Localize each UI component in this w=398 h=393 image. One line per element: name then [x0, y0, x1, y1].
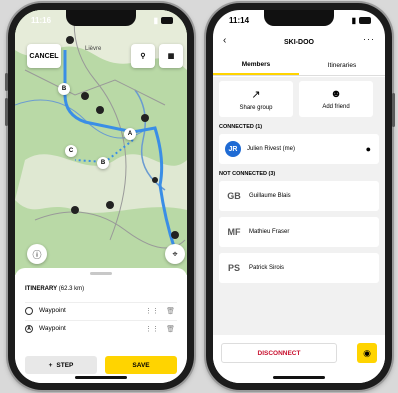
waypoint-dot-icon — [25, 306, 33, 315]
stage: B A C B Lièvre CANCEL ⚲ ▦ ⓘ ⌖ 11:16 ▮ IT… — [0, 0, 398, 393]
info-button[interactable]: ⓘ — [27, 244, 47, 264]
add-step-button[interactable]: + STEP — [25, 356, 97, 374]
signal-icon: ▮ — [153, 15, 158, 25]
home-indicator — [75, 376, 127, 379]
plus-icon: + — [48, 361, 53, 369]
share-group-label: Share group — [239, 104, 273, 111]
trail-map[interactable]: B A C B Lièvre CANCEL ⚲ ▦ ⓘ ⌖ — [15, 10, 187, 275]
member-name: Patrick Sirois — [249, 265, 285, 271]
more-options-icon[interactable]: ··· — [363, 34, 375, 44]
share-icon: ↗ — [251, 88, 261, 101]
waypoint-dot-icon: A — [25, 324, 33, 333]
signal-icon: ▮ — [351, 15, 356, 25]
notch — [264, 10, 334, 26]
member-row[interactable]: JR Julien Rivest (me) ● — [219, 134, 379, 164]
home-indicator — [273, 376, 325, 379]
waypoint-label: Waypoint — [39, 325, 66, 332]
not-connected-title: NOT CONNECTED (3) — [219, 171, 276, 177]
group-title: SKI-DOO — [284, 38, 314, 46]
drag-handle-icon[interactable]: ⋮⋮ — [145, 325, 159, 333]
volume-button — [5, 98, 8, 126]
map-layers-button[interactable]: ▦ — [159, 44, 183, 68]
disconnect-button[interactable]: DISCONNECT — [221, 343, 337, 363]
tab-itineraries[interactable]: Itineraries — [299, 56, 385, 75]
waypoint-row[interactable]: A Waypoint ⋮⋮ 🗑 — [25, 320, 177, 336]
group-footer: DISCONNECT ◉ — [213, 335, 385, 383]
waypoint-marker[interactable]: C — [65, 145, 77, 157]
info-icon: ⓘ — [32, 249, 42, 260]
avatar: PS — [227, 263, 240, 273]
add-friend-label: Add friend — [322, 104, 350, 110]
member-name: Julien Rivest (me) — [247, 146, 296, 152]
waypoint-row[interactable]: Waypoint ⋮⋮ 🗑 — [25, 302, 177, 318]
battery-icon — [359, 16, 371, 24]
location-button[interactable]: ◉ — [357, 343, 377, 363]
place-label: Lièvre — [85, 46, 102, 52]
waypoint-marker[interactable]: B — [97, 157, 109, 169]
sheet-actions: + STEP SAVE — [25, 356, 177, 374]
add-user-icon: ☻ — [330, 88, 342, 100]
member-row[interactable]: PS Patrick Sirois — [219, 253, 379, 283]
status-time: 11:16 — [31, 15, 52, 25]
member-name: Guillaume Blais — [249, 193, 291, 199]
location-pin-icon[interactable]: ● — [366, 144, 371, 154]
add-step-label: STEP — [56, 361, 74, 369]
drag-handle-icon[interactable]: ⋮⋮ — [145, 307, 159, 315]
tab-members[interactable]: Members — [213, 56, 299, 75]
status-time: 11:14 — [229, 15, 250, 25]
itinerary-sheet: ITINERARY (62.3 km) Waypoint ⋮⋮ 🗑 A Wayp… — [15, 268, 187, 383]
power-button — [392, 93, 395, 127]
connected-title: CONNECTED (1) — [219, 124, 263, 130]
crosshair-icon: ⌖ — [172, 248, 178, 259]
map-screen: B A C B Lièvre CANCEL ⚲ ▦ ⓘ ⌖ 11:16 ▮ IT… — [15, 10, 187, 383]
waypoint-marker[interactable]: B — [58, 83, 70, 95]
group-tabs: Members Itineraries — [213, 56, 385, 76]
share-group-button[interactable]: ↗ Share group — [219, 81, 293, 117]
trash-icon[interactable]: 🗑 — [166, 307, 175, 315]
phone-group: 11:14 ▮ ‹ SKI-DOO ··· Members Itinerarie… — [206, 3, 395, 390]
members-panel: ↗ Share group ☻ Add friend CONNECTED (1)… — [213, 77, 385, 383]
member-name: Mathieu Fraser — [249, 229, 290, 235]
waypoint-label: Waypoint — [39, 307, 66, 314]
member-row[interactable]: GB Guillaume Blais — [219, 181, 379, 211]
recenter-button[interactable]: ⌖ — [165, 244, 185, 264]
member-row[interactable]: MF Mathieu Fraser — [219, 217, 379, 247]
avatar: JR — [225, 141, 241, 157]
search-button[interactable]: ⚲ — [131, 44, 155, 68]
waypoint-marker[interactable]: A — [124, 128, 136, 140]
group-screen: 11:14 ▮ ‹ SKI-DOO ··· Members Itinerarie… — [213, 10, 385, 383]
save-button[interactable]: SAVE — [105, 356, 177, 374]
sheet-grabber[interactable] — [90, 272, 112, 275]
add-friend-button[interactable]: ☻ Add friend — [299, 81, 373, 117]
avatar: GB — [227, 191, 241, 201]
notch — [66, 10, 136, 26]
cancel-button[interactable]: CANCEL — [27, 44, 61, 68]
location-pin-icon: ◉ — [363, 347, 371, 358]
map-icon: ▦ — [167, 53, 175, 60]
itinerary-title: ITINERARY (62.3 km) — [25, 286, 85, 292]
trash-icon[interactable]: 🗑 — [166, 325, 175, 333]
battery-icon — [161, 16, 173, 24]
avatar: MF — [227, 227, 241, 237]
search-icon: ⚲ — [140, 53, 146, 60]
volume-button — [5, 73, 8, 91]
phone-map: B A C B Lièvre CANCEL ⚲ ▦ ⓘ ⌖ 11:16 ▮ IT… — [5, 3, 194, 390]
